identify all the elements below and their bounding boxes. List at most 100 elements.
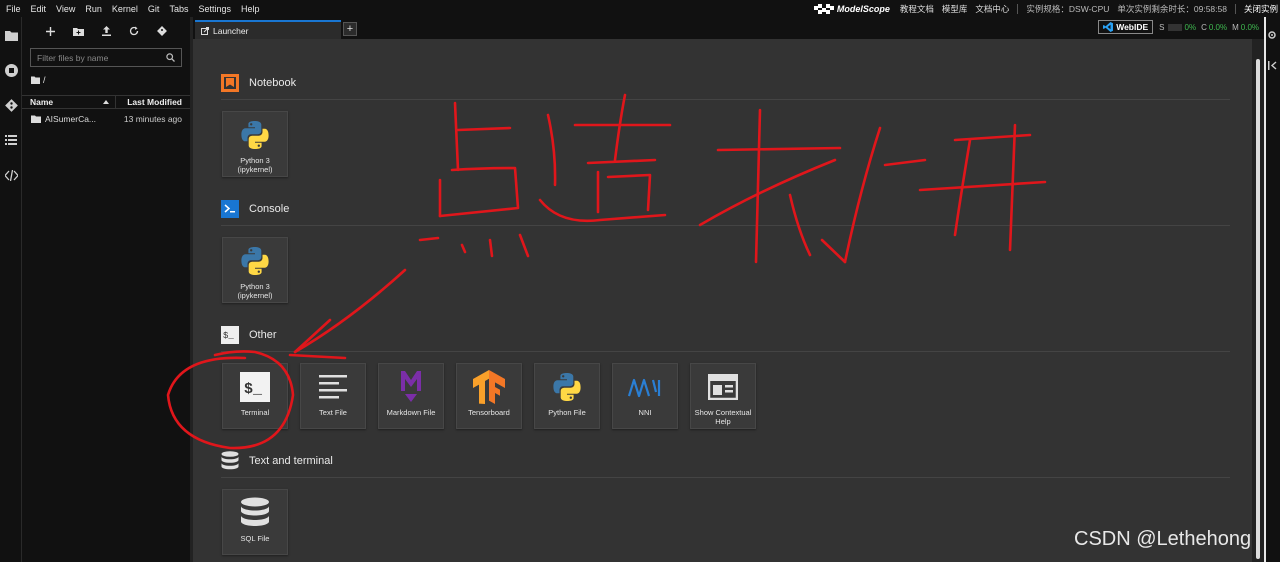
running-stop-icon[interactable] [3, 62, 19, 78]
upload-icon[interactable] [92, 21, 120, 41]
close-instance-button[interactable]: 关闭实例 [1244, 3, 1278, 15]
card-notebook-python3[interactable]: Python 3 (ipykernel) [222, 111, 288, 177]
tab-launcher[interactable]: Launcher [195, 20, 341, 39]
section-divider [221, 477, 1230, 478]
card-tensorboard[interactable]: Tensorboard [456, 363, 522, 429]
card-sql-file[interactable]: SQL File [222, 489, 288, 555]
menu-help[interactable]: Help [236, 4, 265, 14]
section-divider [221, 225, 1230, 226]
search-icon [166, 53, 175, 62]
git-icon[interactable] [3, 97, 19, 113]
card-terminal[interactable]: $_ Terminal [222, 363, 288, 429]
tensorflow-icon [472, 370, 506, 404]
tutorial-docs-link[interactable]: 教程文档 [900, 3, 934, 15]
menu-settings[interactable]: Settings [193, 4, 236, 14]
menu-bar: File Edit View Run Kernel Git Tabs Setti… [0, 0, 1280, 17]
storage-value: 0% [1184, 22, 1197, 32]
card-label-line1: Python 3 [240, 156, 270, 165]
launcher-scrollbar[interactable] [1252, 39, 1264, 562]
card-label: Terminal [240, 408, 270, 417]
new-folder-button[interactable] [64, 21, 92, 41]
storage-label: S [1159, 22, 1165, 32]
memory-label: M [1232, 22, 1239, 32]
column-name-label: Name [30, 97, 54, 107]
card-label: Markdown File [386, 408, 436, 417]
tab-bar: Launcher + WebIDE S 0% C 0.0% M 0.0% [193, 17, 1264, 39]
menu-tabs[interactable]: Tabs [164, 4, 193, 14]
right-edge-divider [1264, 17, 1266, 562]
launcher-tab-icon [201, 26, 209, 35]
refresh-icon[interactable] [120, 21, 148, 41]
menu-view[interactable]: View [51, 4, 80, 14]
svg-text:$_: $_ [223, 331, 234, 341]
folder-icon[interactable] [31, 76, 40, 84]
csdn-watermark: CSDN @Lethehong [1074, 528, 1252, 550]
python-icon [550, 370, 584, 404]
main-area: Launcher + WebIDE S 0% C 0.0% M 0.0% Not… [193, 17, 1264, 562]
menu-git[interactable]: Git [143, 4, 165, 14]
section-console-title: Console [249, 203, 290, 215]
list-icon[interactable] [3, 132, 19, 148]
card-label-line1: Python 3 [240, 282, 270, 291]
git-clone-icon[interactable] [148, 21, 176, 41]
card-markdown-file[interactable]: Markdown File [378, 363, 444, 429]
column-header-name[interactable]: Name [22, 96, 116, 108]
card-label-line2: Help [715, 417, 731, 426]
tab-launcher-label: Launcher [213, 25, 249, 36]
sort-up-icon [103, 100, 109, 104]
column-header-modified[interactable]: Last Modified [116, 97, 190, 107]
section-other: $_ Other [221, 326, 277, 344]
menu-run[interactable]: Run [80, 4, 107, 14]
activity-bar [0, 17, 22, 562]
webide-label: WebIDE [1116, 22, 1149, 32]
section-notebook: Notebook [221, 74, 296, 92]
file-filter-box [30, 48, 182, 67]
add-tab-button[interactable]: + [343, 22, 357, 36]
file-row[interactable]: AISumerCa... 13 minutes ago [22, 111, 190, 127]
python-icon [238, 118, 272, 152]
modelscope-brand[interactable]: ModelScope [813, 3, 890, 14]
folder-icon[interactable] [3, 27, 19, 43]
console-icon [221, 200, 239, 218]
file-list-header: Name Last Modified [22, 95, 190, 109]
storage-metric: S 0% [1159, 23, 1196, 32]
code-icon[interactable] [3, 167, 19, 183]
menu-edit[interactable]: Edit [26, 4, 52, 14]
database-section-icon [221, 451, 239, 470]
launcher-panel: Notebook Python 3 (ipykernel) Console Py… [193, 39, 1252, 562]
breadcrumb-path[interactable]: / [43, 75, 46, 85]
menu-kernel[interactable]: Kernel [107, 4, 143, 14]
section-text-terminal-title: Text and terminal [249, 455, 333, 467]
card-label-line2: (ipykernel) [237, 291, 273, 300]
webide-button[interactable]: WebIDE [1098, 20, 1154, 34]
folder-icon [31, 115, 41, 123]
breadcrumb: / [31, 74, 190, 86]
menu-right-group: ModelScope 教程文档 模型库 文档中心 实例规格：DSW-CPU 单次… [813, 0, 1280, 17]
terminal-icon: $_ [238, 370, 272, 404]
section-other-title: Other [249, 329, 277, 341]
new-launcher-button[interactable] [36, 21, 64, 41]
modelscope-logo-icon [813, 3, 834, 14]
doc-center-link[interactable]: 文档中心 [975, 3, 1009, 15]
file-name: AISumerCa... [45, 114, 97, 124]
card-python-file[interactable]: Python File [534, 363, 600, 429]
settings-gear-icon[interactable] [1266, 29, 1278, 41]
collapse-panel-icon[interactable] [1266, 59, 1278, 71]
card-console-python3[interactable]: Python 3 (ipykernel) [222, 237, 288, 303]
card-text-file[interactable]: Text File [300, 363, 366, 429]
scrollbar-thumb[interactable] [1256, 59, 1260, 559]
file-browser-panel: / Name Last Modified AISumerCa... 13 min… [22, 17, 190, 562]
section-divider [221, 351, 1230, 352]
text-file-icon [316, 370, 350, 404]
card-nni[interactable]: NNI [612, 363, 678, 429]
model-library-link[interactable]: 模型库 [942, 3, 968, 15]
card-contextual-help[interactable]: Show Contextual Help [690, 363, 756, 429]
card-label: NNI [638, 408, 652, 417]
vscode-icon [1103, 22, 1114, 32]
brand-name: ModelScope [836, 3, 890, 14]
svg-text:$_: $_ [244, 381, 263, 398]
database-icon [238, 496, 272, 530]
file-filter-input[interactable] [37, 52, 166, 63]
python-icon [238, 244, 272, 278]
menu-file[interactable]: File [0, 4, 26, 14]
